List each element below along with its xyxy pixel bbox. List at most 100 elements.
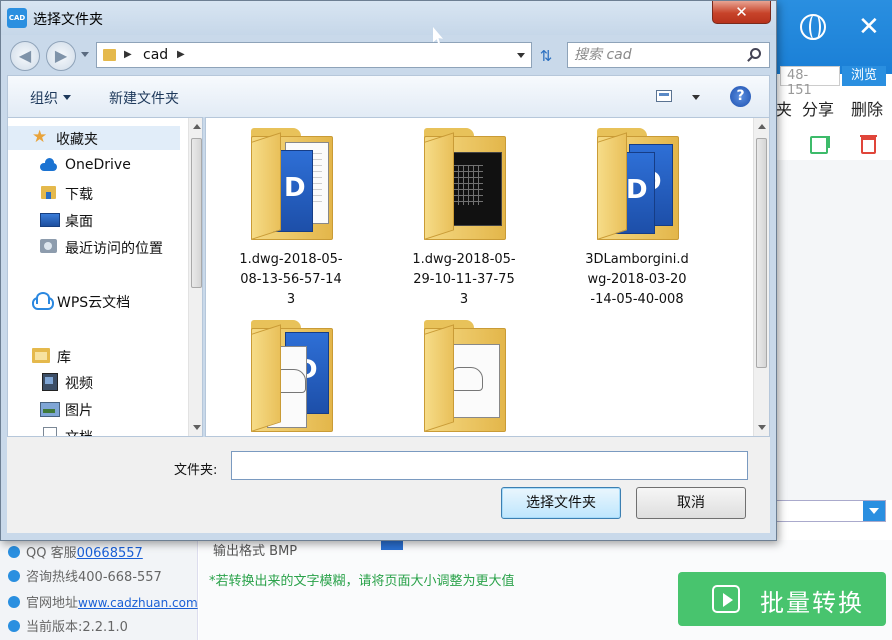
nav-item-label: 桌面 xyxy=(65,214,93,230)
folder-item[interactable]: 1.dwg-2018-05-08-13-56-57-143 xyxy=(216,122,366,312)
chevron-down-icon[interactable] xyxy=(863,501,885,521)
view-dropdown-icon[interactable] xyxy=(692,95,700,100)
folder-name: 3DLamborgini.d wg-2018-03-20 -14-05-40-008 xyxy=(585,252,689,307)
hint-text: *若转换出来的文字模糊，请将页面大小调整为更大值 xyxy=(209,574,515,589)
cloud-icon xyxy=(40,157,58,173)
ie-icon xyxy=(8,596,20,608)
search-input[interactable] xyxy=(574,46,734,64)
command-bar: 组织 新建文件夹 ? xyxy=(7,75,770,117)
scroll-down-icon[interactable] xyxy=(193,425,201,430)
folder-item[interactable]: 1.dwg-2018-05- 29-10-11-37-75 3 xyxy=(389,122,539,312)
website-row: 官网地址www.cadzhuan.com xyxy=(8,592,198,612)
qq-label: QQ 客服 xyxy=(26,546,77,561)
select-folder-button[interactable]: 选择文件夹 xyxy=(501,487,621,519)
document-icon xyxy=(40,427,58,436)
new-folder-button[interactable]: 新建文件夹 xyxy=(109,88,179,108)
share-button[interactable]: 分享 xyxy=(802,96,834,120)
file-list-pane: 1.dwg-2018-05-08-13-56-57-143 1.dwg-2018… xyxy=(205,117,770,437)
dialog-title: 选择文件夹 xyxy=(33,12,103,28)
star-icon: ★ xyxy=(32,127,48,147)
picture-icon xyxy=(40,400,60,417)
website-link[interactable]: www.cadzhuan.com xyxy=(78,596,198,610)
nav-item-label: 收藏夹 xyxy=(56,132,98,148)
app-info-panel: QQ 客服00668557 咨询热线400-668-557 官网地址www.ca… xyxy=(0,540,198,640)
refresh-icon[interactable]: ⇅ xyxy=(535,45,557,67)
folder-item[interactable] xyxy=(389,314,539,436)
dialog-titlebar[interactable]: CAD 选择文件夹 ✕ xyxy=(1,1,776,35)
video-icon xyxy=(40,373,58,391)
nav-item-label: OneDrive xyxy=(65,157,131,173)
nav-item-label: 图片 xyxy=(65,403,93,419)
search-icon[interactable] xyxy=(750,48,761,59)
nav-item-label: 库 xyxy=(57,350,71,366)
scroll-up-icon[interactable] xyxy=(193,124,201,129)
toolbar-fragment: 夹 xyxy=(776,100,793,119)
folder-field-label: 文件夹: xyxy=(174,463,218,478)
download-folder-icon xyxy=(40,184,58,200)
play-icon xyxy=(712,585,740,613)
app-close-icon[interactable]: ✕ xyxy=(858,14,880,40)
folder-icon xyxy=(597,128,679,246)
dialog-navbar: ◀ ▶ ▶ cad ▶ ⇅ xyxy=(1,37,776,73)
website-label: 官网地址 xyxy=(26,596,79,611)
address-bar[interactable]: ▶ cad ▶ xyxy=(96,42,532,68)
hotline-text: 咨询热线400-668-557 xyxy=(26,570,162,585)
nav-scrollbar[interactable] xyxy=(188,118,202,436)
app-dropdown[interactable] xyxy=(776,500,886,522)
scroll-thumb[interactable] xyxy=(191,138,202,288)
app-list-area xyxy=(776,160,892,500)
search-box[interactable] xyxy=(567,42,770,68)
help-icon[interactable]: ? xyxy=(730,86,751,107)
scroll-up-icon[interactable] xyxy=(758,124,766,129)
desktop-icon xyxy=(40,211,60,227)
nav-item-label: 文档 xyxy=(65,427,93,436)
output-format: 输出格式 BMP xyxy=(213,540,297,559)
nav-item-label: 视频 xyxy=(65,376,93,392)
format-dropdown-button[interactable] xyxy=(381,540,403,550)
folder-icon xyxy=(251,320,333,436)
batch-convert-label: 批量转换 xyxy=(760,589,864,617)
delete-button[interactable]: 删除 xyxy=(851,96,883,120)
nav-item-favorites[interactable]: ★ 收藏夹 xyxy=(8,126,180,150)
nav-item-label: WPS云文档 xyxy=(57,295,131,311)
qq-icon xyxy=(8,546,20,558)
dialog-footer: 文件夹: 选择文件夹 取消 xyxy=(7,437,770,533)
folder-item[interactable] xyxy=(216,314,366,436)
trash-icon[interactable] xyxy=(860,135,877,154)
folder-icon xyxy=(424,128,506,246)
select-folder-dialog: CAD 选择文件夹 ✕ ◀ ▶ ▶ cad ▶ ⇅ 组织 新建文件夹 ? ★ 收藏… xyxy=(0,0,777,541)
chevron-right-icon[interactable]: ▶ xyxy=(124,49,132,60)
scroll-down-icon[interactable] xyxy=(758,425,766,430)
organize-menu[interactable]: 组织 xyxy=(30,88,71,108)
cad-app-icon: CAD xyxy=(7,8,27,28)
dialog-close-button[interactable]: ✕ xyxy=(712,1,771,24)
open-external-icon[interactable] xyxy=(810,136,830,154)
forward-button[interactable]: ▶ xyxy=(46,41,76,71)
version-text: 当前版本:2.2.1.0 xyxy=(26,620,128,635)
scroll-thumb[interactable] xyxy=(756,138,767,368)
address-dropdown-icon[interactable] xyxy=(517,53,525,58)
folder-icon xyxy=(251,128,333,246)
qq-link[interactable]: 00668557 xyxy=(77,546,143,561)
phone-icon xyxy=(8,570,20,582)
nav-item-label: 下载 xyxy=(65,187,93,203)
batch-convert-button[interactable]: 批量转换 xyxy=(678,572,886,626)
view-icon[interactable] xyxy=(656,90,672,102)
wps-cloud-icon xyxy=(32,292,54,310)
app-path-box[interactable]: 48-151 xyxy=(780,66,840,98)
cancel-button[interactable]: 取消 xyxy=(636,487,746,519)
folder-item[interactable]: 3DLamborgini.dwg-2018-03-20-14-05-40-008 xyxy=(562,122,712,312)
recent-pages-dropdown[interactable] xyxy=(81,52,89,57)
folder-field[interactable] xyxy=(231,451,748,480)
output-format-value[interactable]: BMP xyxy=(269,544,297,559)
hotline-row: 咨询热线400-668-557 xyxy=(8,566,162,586)
breadcrumb-cad[interactable]: cad xyxy=(143,47,168,63)
back-button[interactable]: ◀ xyxy=(10,41,40,71)
file-list-scrollbar[interactable] xyxy=(753,118,769,436)
browse-button[interactable]: 浏览 xyxy=(842,66,886,86)
organize-label: 组织 xyxy=(30,91,58,107)
chevron-right-icon[interactable]: ▶ xyxy=(177,49,185,60)
navigation-pane: ★ 收藏夹 OneDrive 下载 桌面 最近访问的位置 WPS云文档 库 视频 … xyxy=(7,117,203,437)
folder-name: 1.dwg-2018-05- 29-10-11-37-75 3 xyxy=(412,252,516,307)
globe-icon[interactable] xyxy=(800,14,826,40)
